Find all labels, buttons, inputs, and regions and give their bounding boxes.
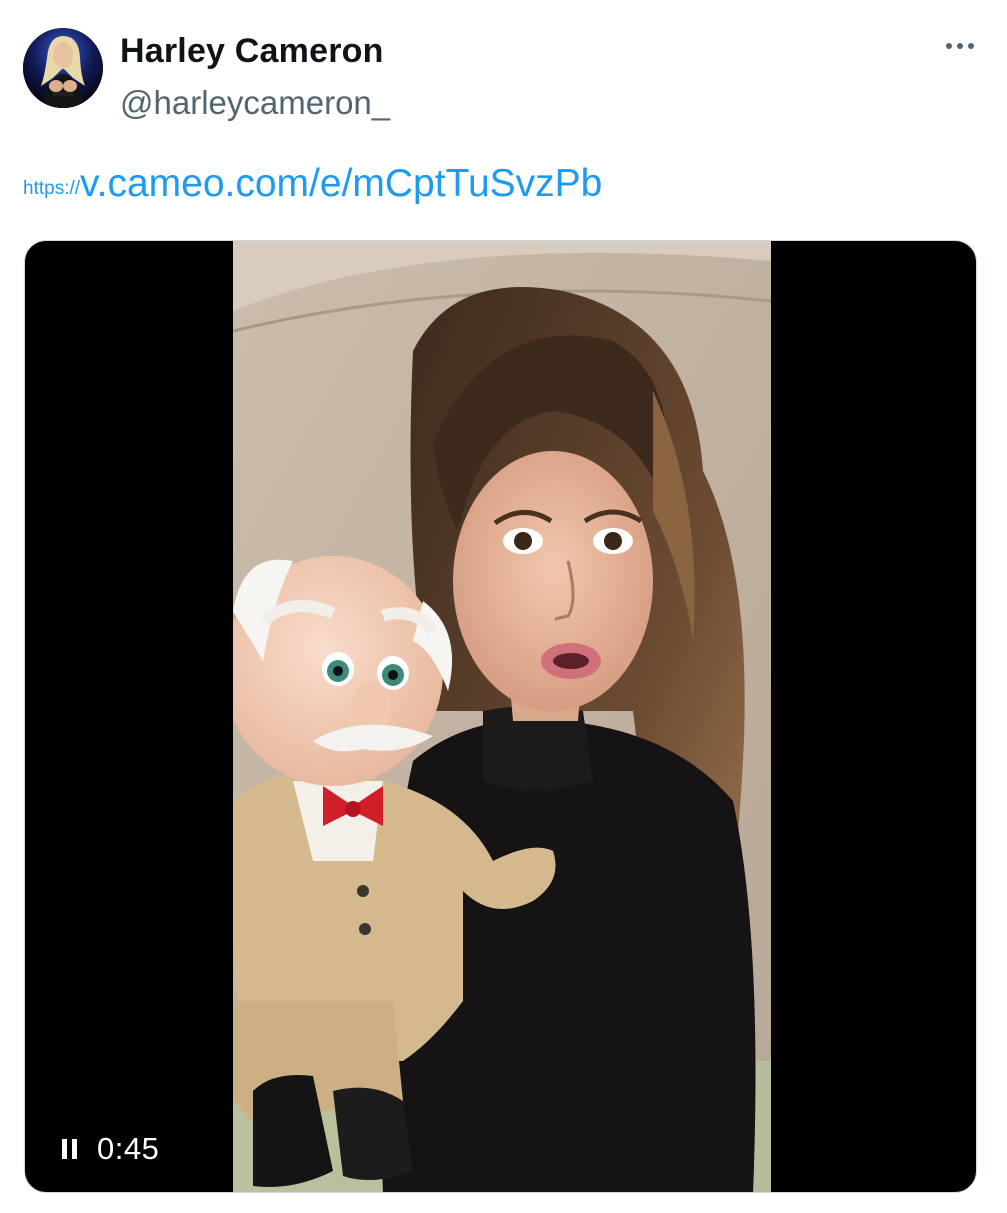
link-url: v.cameo.com/e/mCptTuSvzPb (80, 162, 603, 205)
avatar[interactable] (23, 28, 103, 108)
author-handle[interactable]: @harleycameron_ (120, 84, 390, 122)
pause-icon[interactable] (61, 1139, 79, 1159)
tweet-link[interactable]: https://v.cameo.com/e/mCptTuSvzPb (23, 162, 602, 206)
video-frame (233, 241, 771, 1192)
video-timestamp: 0:45 (97, 1131, 160, 1166)
more-horizontal-icon (946, 43, 952, 49)
more-options-button[interactable] (938, 30, 982, 62)
video-player[interactable]: 0:45 (24, 240, 977, 1193)
profile-photo (23, 28, 103, 108)
more-horizontal-icon-dot (957, 43, 963, 49)
link-protocol: https:// (23, 178, 81, 199)
more-horizontal-icon-dot (968, 43, 974, 49)
author-display-name[interactable]: Harley Cameron (120, 32, 384, 71)
video-still-image (233, 241, 771, 1192)
video-controls: 0:45 (61, 1131, 159, 1167)
